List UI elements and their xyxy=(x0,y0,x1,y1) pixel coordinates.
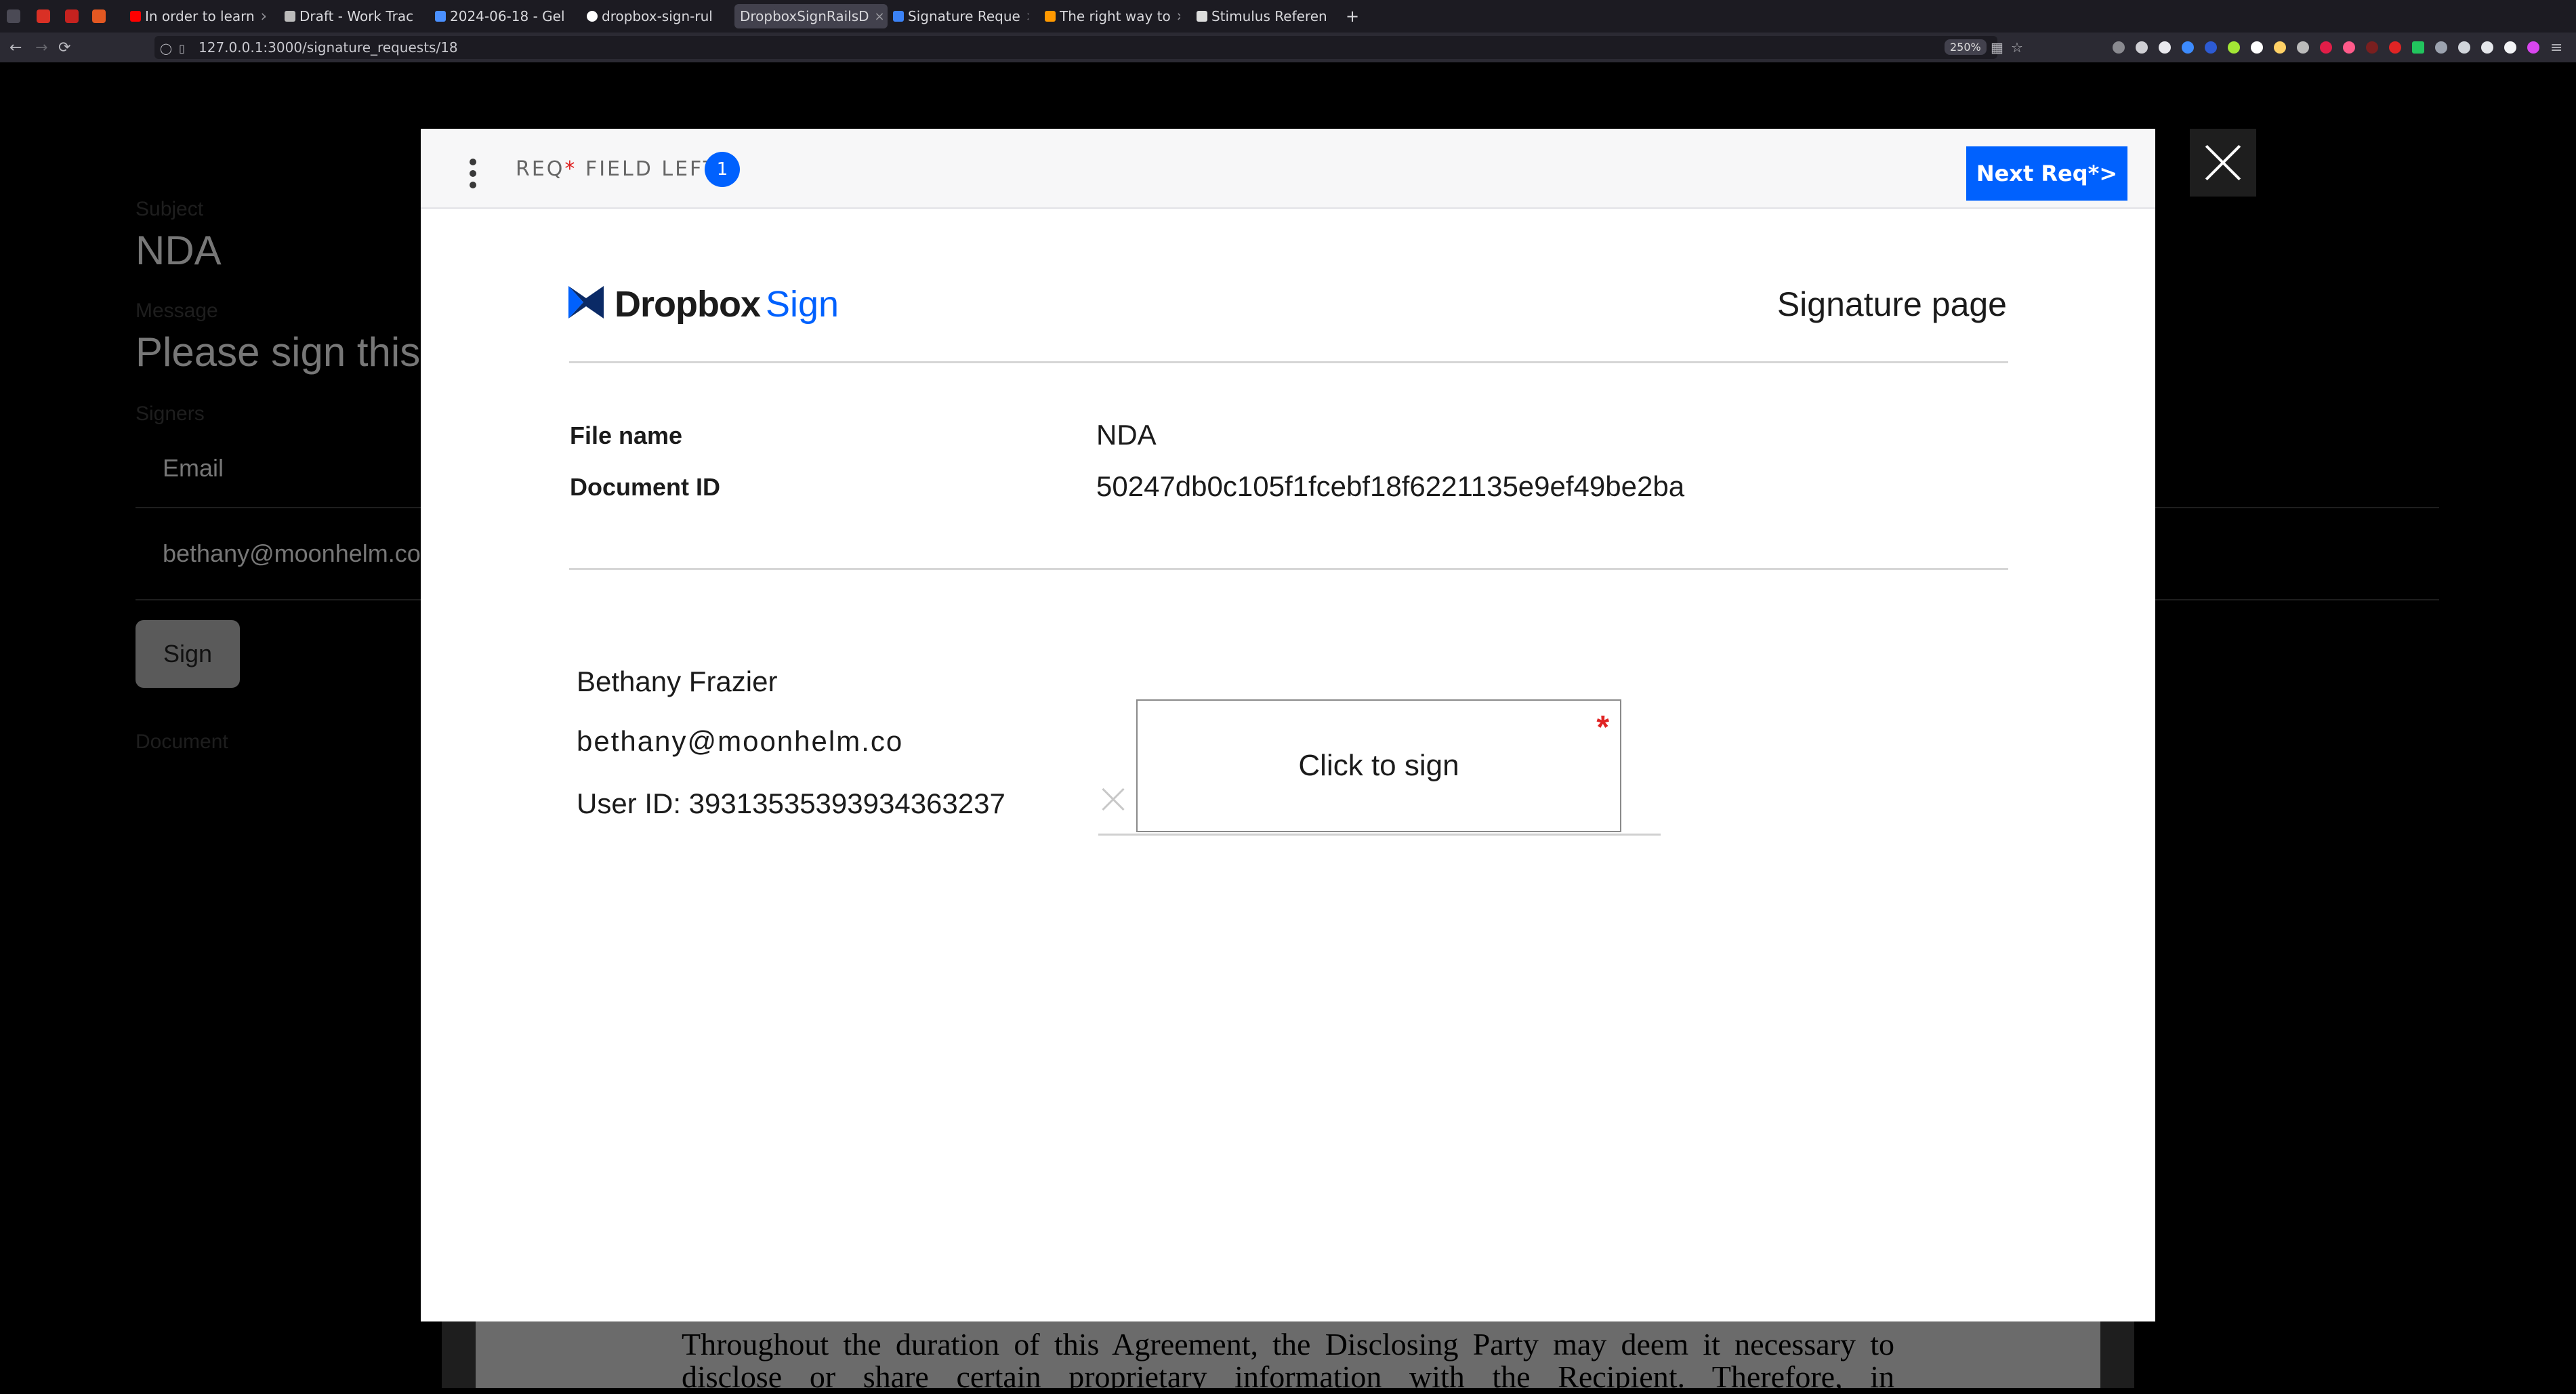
zoom-level[interactable]: 250% xyxy=(1945,39,1987,55)
browser-tab[interactable]: Draft - Work Trac× xyxy=(285,4,417,28)
signing-modal: REQ* FIELD LEFT 1 Next Req*> Dropbox Sign… xyxy=(421,129,2155,1321)
subject-label: Subject xyxy=(136,198,204,220)
signers-table-cell-email: bethany@moonhelm.co xyxy=(163,539,421,567)
extension-icon[interactable] xyxy=(2205,41,2217,54)
required-fields-label: REQ* FIELD LEFT xyxy=(516,157,718,181)
message-value: Please sign this xyxy=(136,329,421,375)
tab-label: Stimulus Referen xyxy=(1211,8,1327,24)
file-name-value: NDA xyxy=(1096,419,1157,451)
signature-field[interactable]: Click to sign * xyxy=(1136,699,1621,832)
extension-icon[interactable] xyxy=(2228,41,2240,54)
extension-icon[interactable] xyxy=(2113,41,2125,54)
article-icon xyxy=(1045,11,1056,22)
next-required-button[interactable]: Next Req*> xyxy=(1966,146,2127,201)
menu-icon[interactable]: ≡ xyxy=(2550,39,2562,56)
reload-icon[interactable]: ⟳ xyxy=(58,39,70,56)
gmail-icon[interactable] xyxy=(65,9,79,23)
back-icon[interactable]: ← xyxy=(9,39,22,56)
youtube-icon xyxy=(130,11,141,22)
page-info-icon[interactable]: ▯ xyxy=(179,42,185,55)
tab-label: dropbox-sign-rul xyxy=(602,8,713,24)
document-id-value: 50247db0c105f1fcebf18f6221135e9ef49be2ba xyxy=(1096,470,1685,502)
extension-icon[interactable] xyxy=(2136,41,2148,54)
required-asterisk: * xyxy=(1596,710,1609,745)
tab-label: The right way to xyxy=(1060,8,1171,24)
signer-email: bethany@moonhelm.co xyxy=(577,725,904,757)
browser-tab-bar: In order to learn× Draft - Work Trac× 20… xyxy=(0,0,2576,33)
close-icon[interactable]: × xyxy=(260,9,266,24)
more-options-icon[interactable] xyxy=(470,159,478,188)
extension-icon[interactable] xyxy=(2389,41,2401,54)
document-icon xyxy=(1197,11,1207,22)
message-label: Message xyxy=(136,300,218,322)
brand-logo: Dropbox Sign xyxy=(615,284,839,325)
browser-tab[interactable]: Signature Reque × xyxy=(893,4,1029,28)
file-name-label: File name xyxy=(570,422,683,449)
dropbox-logo-icon xyxy=(568,286,604,319)
tab-overview-icon[interactable] xyxy=(7,9,20,23)
browser-tab[interactable]: 2024-06-18 - Gel× xyxy=(435,4,568,28)
extension-icon[interactable] xyxy=(2481,41,2493,54)
browser-tab[interactable]: Stimulus Referen× xyxy=(1197,4,1332,28)
tab-label: Signature Reque xyxy=(908,8,1020,24)
extension-icon[interactable] xyxy=(2274,41,2286,54)
sign-button[interactable]: Sign xyxy=(136,620,240,688)
document-id-label: Document ID xyxy=(570,473,721,501)
signature-x-mark-icon xyxy=(1098,785,1128,815)
bookmark-star-icon[interactable]: ☆ xyxy=(2011,39,2023,56)
page-title: Signature page xyxy=(1777,285,2007,323)
divider xyxy=(569,568,2008,570)
tab-label: 2024-06-18 - Gel xyxy=(450,8,565,24)
document-label: Document xyxy=(136,731,228,753)
signer-name: Bethany Frazier xyxy=(577,665,778,697)
browser-tab[interactable]: The right way to × xyxy=(1045,4,1180,28)
tab-label: DropboxSignRailsD xyxy=(740,8,869,24)
forward-icon[interactable]: → xyxy=(35,39,47,56)
github-icon xyxy=(587,11,598,22)
extension-icon[interactable] xyxy=(2435,41,2447,54)
extension-icon[interactable] xyxy=(2412,41,2424,54)
close-icon[interactable]: × xyxy=(1026,9,1029,24)
extension-icon[interactable] xyxy=(2458,41,2470,54)
pen-icon xyxy=(893,11,904,22)
required-fields-count-badge: 1 xyxy=(705,152,740,187)
calendar-icon[interactable] xyxy=(92,9,106,23)
extension-icon[interactable] xyxy=(2182,41,2194,54)
shield-icon[interactable]: ◯ xyxy=(160,42,172,55)
extension-icon[interactable] xyxy=(2343,41,2355,54)
browser-tab-active[interactable]: DropboxSignRailsD × xyxy=(734,4,888,28)
extensions-grid-icon[interactable]: ▦ xyxy=(1991,39,2003,56)
url-text[interactable]: 127.0.0.1:3000/signature_requests/18 xyxy=(199,39,458,56)
tab-label: In order to learn xyxy=(145,8,255,24)
close-modal-icon[interactable] xyxy=(2190,129,2256,197)
new-tab-button[interactable]: + xyxy=(1346,4,1362,28)
signature-line xyxy=(1098,834,1661,836)
close-icon[interactable]: × xyxy=(1176,9,1180,24)
extension-icon[interactable] xyxy=(2504,41,2516,54)
browser-tab[interactable]: dropbox-sign-rul × xyxy=(587,4,720,28)
gmail-icon[interactable] xyxy=(37,9,50,23)
tab-label: Draft - Work Trac xyxy=(299,8,414,24)
close-icon[interactable]: × xyxy=(718,9,720,24)
close-icon[interactable]: × xyxy=(875,9,885,24)
plus-icon: + xyxy=(1346,7,1360,26)
extension-icon[interactable] xyxy=(2527,41,2539,54)
extension-icon[interactable] xyxy=(2159,41,2171,54)
document-icon xyxy=(285,11,295,22)
signer-user-id: User ID: 39313535393934363237 xyxy=(577,787,1005,819)
extension-icon[interactable] xyxy=(2366,41,2378,54)
document-text: Throughout the duration of this Agreemen… xyxy=(682,1327,1894,1394)
extension-icon[interactable] xyxy=(2320,41,2332,54)
modal-header: REQ* FIELD LEFT 1 Next Req*> xyxy=(421,129,2155,209)
extension-icon[interactable] xyxy=(2251,41,2263,54)
signers-label: Signers xyxy=(136,403,205,425)
divider xyxy=(569,361,2008,363)
extension-icon[interactable] xyxy=(2297,41,2309,54)
signers-table-header-email: Email xyxy=(163,454,224,482)
signature-field-label: Click to sign xyxy=(1298,749,1459,782)
browser-tab[interactable]: In order to learn × xyxy=(130,4,266,28)
document-icon xyxy=(435,11,446,22)
subject-value: NDA xyxy=(136,228,222,273)
